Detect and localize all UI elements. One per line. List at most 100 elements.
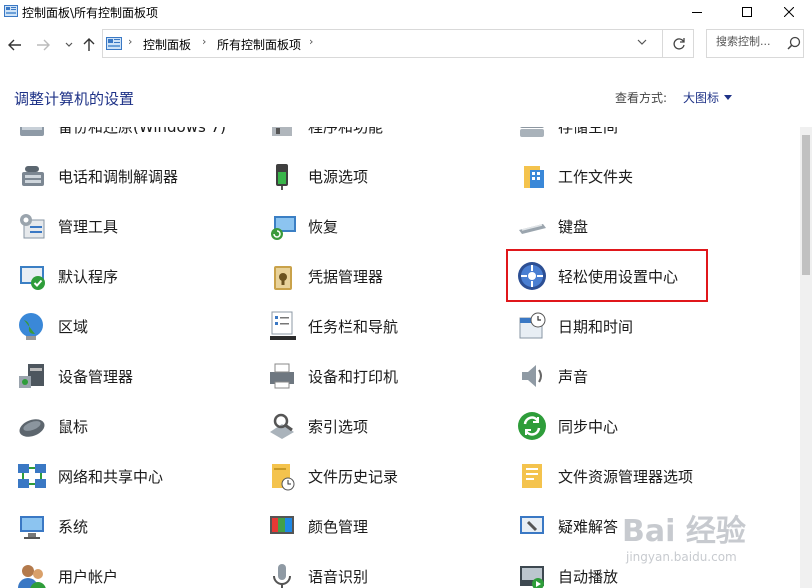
chevron-down-icon: [65, 42, 73, 47]
breadcrumb-all-items[interactable]: 所有控制面板项: [217, 36, 301, 53]
indexing-icon: [270, 413, 294, 439]
breadcrumb-control-panel[interactable]: 控制面板: [143, 36, 191, 53]
forward-button[interactable]: [34, 36, 52, 54]
refresh-icon: [672, 37, 685, 50]
item-label: 设备和打印机: [308, 367, 399, 386]
up-button[interactable]: [80, 36, 98, 54]
item-label: 日期和时间: [558, 317, 634, 336]
taskbar-icon: [270, 311, 296, 340]
minimize-button[interactable]: [674, 0, 720, 24]
datetime-icon: [519, 312, 546, 339]
scrollbar-thumb[interactable]: [802, 135, 810, 275]
control-panel-item[interactable]: 恢复: [266, 206, 338, 246]
item-label: 电源选项: [308, 167, 369, 186]
control-panel-item[interactable]: 文件资源管理器选项: [516, 456, 693, 496]
control-panel-item[interactable]: 同步中心: [516, 406, 618, 446]
maximize-button[interactable]: [724, 0, 770, 24]
control-panel-item[interactable]: 工作文件夹: [516, 156, 633, 196]
speech-icon: [273, 564, 291, 588]
admin-tools-icon: [20, 214, 45, 239]
default-programs-icon: [20, 266, 45, 290]
item-label: 恢复: [308, 217, 339, 236]
forward-arrow-icon: [37, 39, 50, 51]
search-input[interactable]: [716, 35, 782, 48]
phone-icon: [22, 166, 44, 186]
recent-locations-button[interactable]: [60, 36, 78, 54]
item-label: 工作文件夹: [558, 167, 634, 186]
control-panel-item[interactable]: 鼠标: [16, 406, 88, 446]
chevron-down-icon[interactable]: [637, 39, 647, 46]
control-panel-item[interactable]: 网络和共享中心: [16, 456, 163, 496]
breadcrumb-separator: ›: [202, 35, 207, 48]
breadcrumb-separator: ›: [128, 35, 133, 48]
control-panel-item[interactable]: 用户帐户: [16, 556, 118, 588]
item-label: 任务栏和导航: [308, 317, 399, 336]
control-panel-item[interactable]: 文件历史记录: [266, 456, 398, 496]
control-panel-item[interactable]: 设备和打印机: [266, 356, 398, 396]
control-panel-item[interactable]: 日期和时间: [516, 306, 633, 346]
item-label: 用户帐户: [58, 567, 119, 586]
item-label: 备份和还原(Windows 7): [58, 127, 226, 137]
file-history-icon: [272, 464, 295, 491]
control-panel-item[interactable]: 程序和功能: [266, 127, 383, 146]
back-button[interactable]: [6, 36, 24, 54]
control-panel-item[interactable]: 声音: [516, 356, 588, 396]
control-panel-item[interactable]: 电话和调制解调器: [16, 156, 178, 196]
highlight-box: [506, 249, 708, 302]
control-panel-item[interactable]: 颜色管理: [266, 506, 368, 546]
item-label: 区域: [58, 317, 89, 336]
search-box[interactable]: [706, 29, 804, 58]
item-label: 索引选项: [308, 417, 369, 436]
refresh-button[interactable]: [662, 29, 694, 58]
item-label: 凭据管理器: [308, 267, 384, 286]
control-panel-item[interactable]: 管理工具: [16, 206, 118, 246]
control-panel-item[interactable]: 区域: [16, 306, 88, 346]
address-bar[interactable]: › 控制面板 › 所有控制面板项 ›: [102, 29, 694, 58]
control-panel-item[interactable]: 自动播放: [516, 556, 618, 588]
printer-icon: [270, 363, 294, 389]
view-by-dropdown[interactable]: 大图标: [683, 89, 733, 106]
control-panel-item[interactable]: 默认程序: [16, 256, 118, 296]
device-manager-icon: [19, 364, 44, 388]
item-label: 同步中心: [558, 417, 619, 436]
item-label: 键盘: [558, 217, 589, 236]
recovery-icon: [271, 216, 296, 240]
control-panel-icon: [4, 5, 18, 17]
control-panel-item[interactable]: 存储空间: [516, 127, 618, 146]
item-label: 语音识别: [308, 567, 369, 586]
control-panel-item[interactable]: 索引选项: [266, 406, 368, 446]
search-icon[interactable]: [787, 36, 801, 50]
back-arrow-icon: [8, 39, 21, 51]
autoplay-icon: [520, 566, 544, 588]
control-panel-item[interactable]: 设备管理器: [16, 356, 133, 396]
control-panel-item[interactable]: 凭据管理器: [266, 256, 383, 296]
close-button[interactable]: [766, 0, 812, 24]
up-arrow-icon: [83, 38, 95, 51]
item-label: 电话和调制解调器: [58, 167, 179, 186]
title-bar: 控制面板\所有控制面板项: [0, 0, 812, 26]
item-label: 系统: [58, 517, 89, 536]
keyboard-icon: [519, 224, 546, 234]
sync-icon: [518, 412, 546, 440]
control-panel-item[interactable]: 系统: [16, 506, 88, 546]
item-label: 文件资源管理器选项: [558, 467, 694, 486]
item-label: 存储空间: [558, 127, 618, 137]
watermark-url: jingyan.baidu.com: [626, 550, 737, 564]
control-panel-item[interactable]: 键盘: [516, 206, 588, 246]
item-label: 管理工具: [58, 217, 119, 236]
window-title: 控制面板\所有控制面板项: [22, 6, 159, 20]
control-panel-item[interactable]: 任务栏和导航: [266, 306, 398, 346]
control-panel-item[interactable]: 备份和还原(Windows 7): [16, 127, 226, 146]
item-label: 疑难解答: [558, 517, 619, 536]
color-icon: [270, 516, 294, 534]
maximize-icon: [742, 7, 752, 17]
item-label: 设备管理器: [58, 367, 134, 386]
control-panel-item[interactable]: 语音识别: [266, 556, 368, 588]
control-panel-icon: [106, 37, 122, 50]
control-panel-item[interactable]: 疑难解答: [516, 506, 618, 546]
item-label: 程序和功能: [308, 127, 383, 137]
caret-down-icon: [724, 95, 733, 100]
backup-icon: [20, 127, 44, 136]
control-panel-item[interactable]: 电源选项: [266, 156, 368, 196]
item-label: 颜色管理: [308, 517, 369, 536]
